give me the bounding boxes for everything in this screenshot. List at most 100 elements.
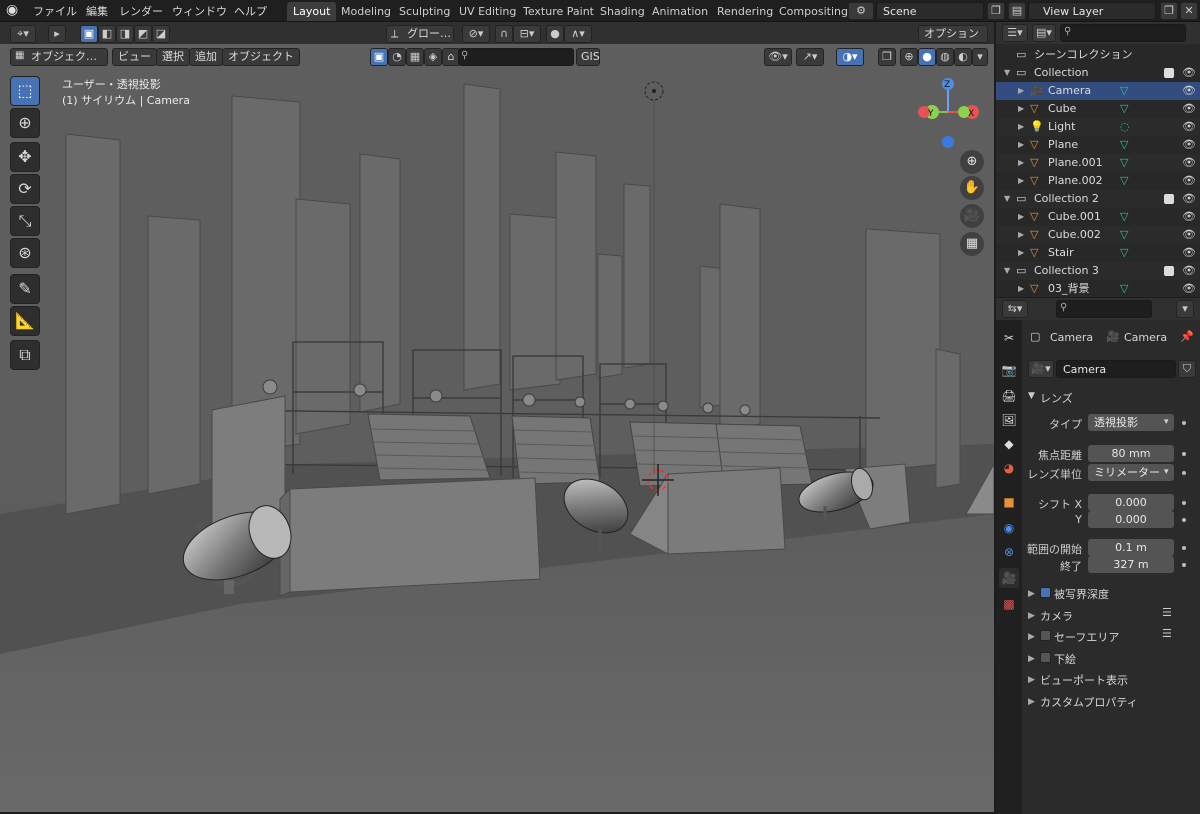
menu-select[interactable]: 選択: [156, 48, 190, 66]
outliner-object-row[interactable]: ▶ ▽ Plane ▽ 👁: [996, 136, 1200, 154]
camera-presets-icon[interactable]: ☰: [1162, 606, 1172, 619]
collection-exclude-checkbox[interactable]: [1164, 68, 1174, 78]
shading-solid-icon[interactable]: ●: [918, 48, 936, 66]
expand-arrow-icon[interactable]: ▶: [1018, 280, 1024, 298]
snap-icon[interactable]: ∩: [495, 25, 513, 43]
expand-arrow-icon[interactable]: ▶: [1018, 172, 1024, 190]
gizmo-toggle-icon[interactable]: ↗▾: [796, 48, 824, 66]
lens-section-label[interactable]: レンズ: [1040, 390, 1073, 406]
select-new-icon[interactable]: ▣: [80, 25, 98, 43]
proportional-edit-icon[interactable]: ●: [546, 25, 564, 43]
outliner-object-row[interactable]: ▶ 💡 Light ◌ 👁: [996, 118, 1200, 136]
visibility-eye-icon[interactable]: 👁: [1182, 244, 1196, 262]
expand-arrow-icon[interactable]: ▶: [1018, 226, 1024, 244]
expand-arrow-icon[interactable]: ▶: [1018, 154, 1024, 172]
navigation-gizmo[interactable]: Z X Y: [912, 74, 992, 164]
overlay-shield-icon[interactable]: ◈: [424, 48, 442, 66]
outliner-search-input[interactable]: [1060, 24, 1186, 42]
editor-type-icon[interactable]: ⌖▾: [10, 25, 36, 43]
expand-arrow-icon[interactable]: ▶: [1018, 118, 1024, 136]
falloff-icon[interactable]: ∧▾: [564, 25, 592, 43]
tab-physics-icon[interactable]: ◉: [999, 518, 1019, 538]
3d-viewport[interactable]: オブジェク… ▦ ビュー 選択 追加 オブジェクト ▣ ◔ ▦ ◈ ⌂ ⚲ GI…: [0, 44, 994, 812]
select-intersect-icon[interactable]: ◪: [152, 25, 170, 43]
focal-keyframe-icon[interactable]: [1182, 452, 1186, 456]
tab-object-icon[interactable]: ■: [999, 492, 1019, 512]
overlay-grid-icon[interactable]: ▦: [406, 48, 424, 66]
clip-end-field[interactable]: 327 m: [1088, 556, 1174, 573]
tool-cursor-icon[interactable]: ⊕: [10, 108, 40, 138]
object-data-icon[interactable]: ▽: [1120, 226, 1128, 244]
pivot-point-icon[interactable]: ⊘▾: [462, 25, 490, 43]
object-data-icon[interactable]: ◌: [1120, 118, 1130, 136]
tab-render-icon[interactable]: 📷: [999, 360, 1019, 380]
section-camera[interactable]: ▶: [1028, 608, 1035, 621]
properties-editor-icon[interactable]: ⇆▾: [1002, 300, 1028, 318]
shading-rendered-icon[interactable]: ◐: [954, 48, 972, 66]
shift-y-field[interactable]: 0.000: [1088, 511, 1174, 528]
object-data-icon[interactable]: ▽: [1120, 244, 1128, 262]
tool-transform-icon[interactable]: ⊛: [10, 238, 40, 268]
menu-add[interactable]: 追加: [189, 48, 223, 66]
object-data-icon[interactable]: ▽: [1120, 154, 1128, 172]
datablock-browse-icon[interactable]: 🎥▾: [1028, 360, 1054, 378]
tab-rendering[interactable]: Rendering: [711, 2, 779, 21]
snap-target-icon[interactable]: ⊟▾: [513, 25, 541, 43]
ortho-grid-icon[interactable]: ▦: [960, 232, 984, 256]
outliner-editor-icon[interactable]: ☰▾: [1002, 24, 1028, 42]
fake-user-shield-icon[interactable]: ⛉: [1178, 360, 1196, 378]
object-data-icon[interactable]: ▽: [1120, 100, 1128, 118]
tab-texture-icon[interactable]: ▩: [999, 594, 1019, 614]
tool-rotate-icon[interactable]: ⟳: [10, 174, 40, 204]
focal-length-field[interactable]: 80 mm: [1088, 445, 1174, 462]
options-dropdown[interactable]: オプション: [918, 25, 988, 43]
menu-file[interactable]: ファイル: [33, 3, 77, 19]
tab-output-icon[interactable]: 🖨: [999, 386, 1019, 406]
menu-window[interactable]: ウィンドウ: [172, 3, 227, 19]
outliner-object-row[interactable]: ▶ ▽ Plane.002 ▽ 👁: [996, 172, 1200, 190]
mode-dropdown[interactable]: オブジェク…: [10, 48, 108, 66]
outliner-display-icon[interactable]: ▤▾: [1032, 24, 1056, 42]
properties-options-icon[interactable]: ▾: [1176, 300, 1194, 318]
expand-arrow-icon[interactable]: ▶: [1018, 100, 1024, 118]
safe-areas-presets-icon[interactable]: ☰: [1162, 627, 1172, 640]
object-data-icon[interactable]: ▽: [1120, 280, 1128, 298]
blender-logo-icon[interactable]: ◉: [6, 2, 18, 18]
section-background-images[interactable]: ▶: [1028, 651, 1035, 664]
outliner-scene-collection[interactable]: ▭ シーンコレクション: [996, 46, 1200, 64]
shift-x-keyframe-icon[interactable]: [1182, 501, 1186, 505]
outliner-object-row[interactable]: ▶ ▽ Stair ▽ 👁: [996, 244, 1200, 262]
outliner-object-row[interactable]: ▶ ▽ Cube ▽ 👁: [996, 100, 1200, 118]
lens-unit-keyframe-icon[interactable]: [1182, 471, 1186, 475]
visibility-dropdown-icon[interactable]: 👁▾: [764, 48, 792, 66]
overlay-sphere-icon[interactable]: ◔: [388, 48, 406, 66]
tab-modeling[interactable]: Modeling: [335, 2, 397, 21]
tab-texture-paint[interactable]: Texture Paint: [517, 2, 600, 21]
gis-button[interactable]: GIS: [576, 48, 600, 66]
shading-options-icon[interactable]: ▾: [972, 48, 988, 66]
expand-arrow-icon[interactable]: ▼: [1004, 64, 1010, 82]
expand-arrow-icon[interactable]: ▼: [1004, 262, 1010, 280]
expand-arrow-icon[interactable]: ▼: [1004, 190, 1010, 208]
expand-arrow-icon[interactable]: ▶: [1018, 208, 1024, 226]
expand-arrow-icon[interactable]: ▶: [1018, 82, 1024, 100]
lens-unit-dropdown[interactable]: ミリメーター: [1088, 464, 1174, 481]
tool-add-cube-icon[interactable]: ⧉: [10, 340, 40, 370]
tab-world-icon[interactable]: ◕: [999, 458, 1019, 478]
clip-start-field[interactable]: 0.1 m: [1088, 539, 1174, 556]
select-subtract-icon[interactable]: ◨: [116, 25, 134, 43]
visibility-eye-icon[interactable]: 👁: [1182, 82, 1196, 100]
viewport-search-input[interactable]: [458, 48, 574, 66]
scene-field[interactable]: Scene: [876, 2, 984, 20]
tab-scene-icon[interactable]: ◆: [999, 434, 1019, 454]
visibility-eye-icon[interactable]: 👁: [1182, 190, 1196, 208]
pan-hand-icon[interactable]: ✋: [960, 176, 984, 200]
tab-animation[interactable]: Animation: [646, 2, 714, 21]
visibility-eye-icon[interactable]: 👁: [1182, 226, 1196, 244]
overlays-toggle-icon[interactable]: ◑▾: [836, 48, 864, 66]
type-dropdown[interactable]: 透視投影: [1088, 414, 1174, 431]
section-safe-areas[interactable]: ▶: [1028, 629, 1035, 642]
collection-exclude-checkbox[interactable]: [1164, 194, 1174, 204]
tab-uv-editing[interactable]: UV Editing: [453, 2, 522, 21]
section-custom-properties[interactable]: ▶: [1028, 694, 1035, 707]
